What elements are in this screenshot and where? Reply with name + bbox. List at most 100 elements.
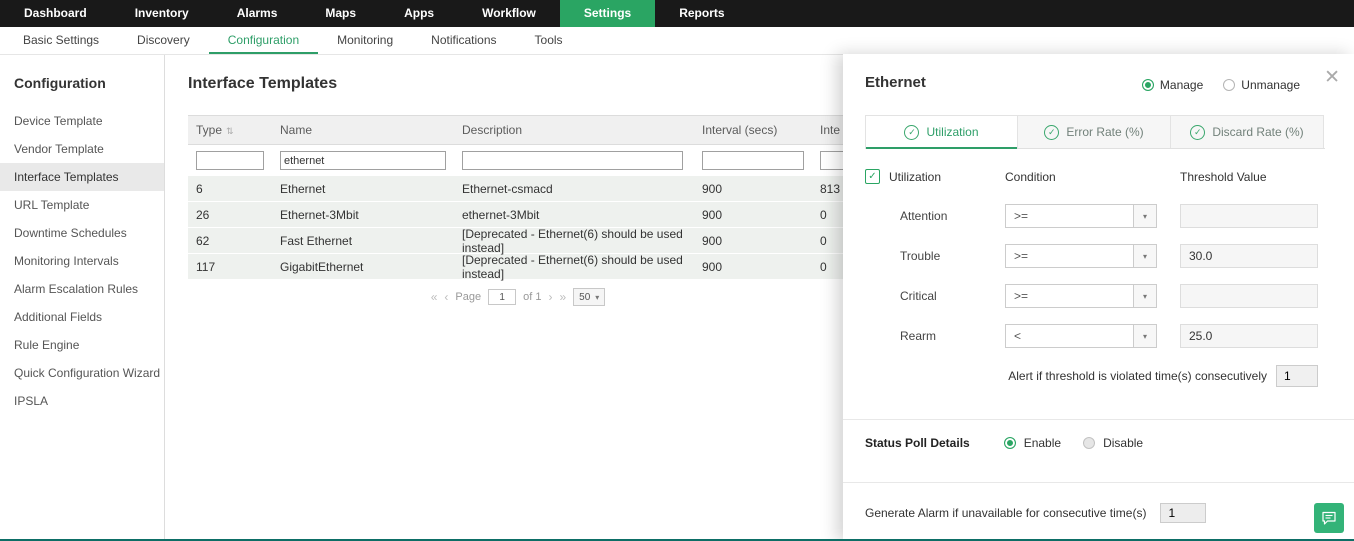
caret-down-icon: ▾	[1133, 285, 1156, 307]
rearm-condition-select[interactable]: < ▾	[1005, 324, 1157, 348]
divider	[843, 419, 1354, 420]
rearm-label: Rearm	[900, 329, 937, 343]
subnav-basic-settings[interactable]: Basic Settings	[4, 27, 118, 54]
feedback-button[interactable]	[1314, 503, 1344, 533]
details-panel: Ethernet Manage Unmanage ✕ ✓ Utilization…	[843, 54, 1354, 541]
caret-down-icon: ▾	[1133, 205, 1156, 227]
page-number-input[interactable]	[488, 289, 517, 305]
filter-description-input[interactable]	[462, 151, 683, 170]
utilization-checkbox-label: Utilization	[889, 169, 942, 184]
column-name[interactable]: Name	[272, 123, 454, 137]
row-type: 117	[196, 259, 216, 274]
critical-condition-select[interactable]: >= ▾	[1005, 284, 1157, 308]
subnav-monitoring[interactable]: Monitoring	[318, 27, 412, 54]
filter-name-input[interactable]	[280, 151, 446, 170]
sidebar-item-rule-engine[interactable]: Rule Engine	[0, 331, 164, 359]
critical-threshold-input[interactable]	[1180, 284, 1318, 308]
subnav-tools[interactable]: Tools	[516, 27, 582, 54]
tab-utilization[interactable]: ✓ Utilization	[865, 115, 1018, 149]
row-description: [Deprecated - Ethernet(6) should be used…	[462, 226, 683, 255]
column-interval[interactable]: Interval (secs)	[694, 123, 812, 137]
row-description: [Deprecated - Ethernet(6) should be used…	[462, 252, 683, 281]
sidebar-item-device-template[interactable]: Device Template	[0, 107, 164, 135]
attention-threshold-input[interactable]	[1180, 204, 1318, 228]
panel-tabs: ✓ Utilization ✓ Error Rate (%) ✓ Discard…	[865, 115, 1325, 149]
attention-condition-select[interactable]: >= ▾	[1005, 204, 1157, 228]
sub-navbar: Basic Settings Discovery Configuration M…	[0, 27, 1354, 55]
nav-alarms[interactable]: Alarms	[213, 0, 302, 27]
unmanage-label[interactable]: Unmanage	[1241, 78, 1300, 92]
chat-icon	[1321, 510, 1337, 526]
subnav-notifications[interactable]: Notifications	[412, 27, 515, 54]
sidebar-item-quick-configuration-wizard[interactable]: Quick Configuration Wizard	[0, 359, 164, 387]
row-interval: 900	[702, 259, 723, 274]
manage-radio-group: Manage Unmanage	[1141, 78, 1300, 92]
nav-settings[interactable]: Settings	[559, 0, 656, 27]
tab-label: Utilization	[926, 125, 979, 139]
rearm-condition-value: <	[1014, 329, 1022, 343]
tab-label: Error Rate (%)	[1066, 125, 1144, 139]
generate-alarm-input[interactable]	[1160, 503, 1207, 523]
first-page-icon[interactable]: «	[431, 290, 438, 304]
nav-workflow[interactable]: Workflow	[458, 0, 560, 27]
sidebar-item-downtime-schedules[interactable]: Downtime Schedules	[0, 219, 164, 247]
column-type[interactable]: Type ⇅	[188, 123, 272, 137]
caret-down-icon: ▾	[1133, 325, 1156, 347]
threshold-row-trouble: Trouble >= ▾	[843, 244, 1354, 268]
nav-apps[interactable]: Apps	[380, 0, 458, 27]
row-name: Ethernet	[280, 181, 326, 196]
disable-label[interactable]: Disable	[1103, 436, 1143, 450]
nav-maps[interactable]: Maps	[301, 0, 380, 27]
page-size-value: 50	[579, 291, 591, 303]
disable-radio[interactable]	[1083, 437, 1096, 449]
alert-consecutive-input[interactable]	[1276, 365, 1318, 387]
tab-discard-rate[interactable]: ✓ Discard Rate (%)	[1171, 115, 1324, 148]
nav-dashboard[interactable]: Dashboard	[0, 0, 111, 27]
manage-radio[interactable]	[1141, 79, 1154, 91]
tab-error-rate[interactable]: ✓ Error Rate (%)	[1018, 115, 1171, 148]
critical-label: Critical	[900, 289, 937, 303]
enable-label[interactable]: Enable	[1024, 436, 1061, 450]
tab-label: Discard Rate (%)	[1212, 125, 1304, 139]
sidebar-item-url-template[interactable]: URL Template	[0, 191, 164, 219]
next-page-icon[interactable]: ›	[548, 290, 552, 304]
nav-reports[interactable]: Reports	[655, 0, 748, 27]
row-type: 6	[196, 181, 203, 196]
panel-header: Ethernet Manage Unmanage ✕	[843, 54, 1354, 102]
row-interval: 900	[702, 207, 723, 222]
row-description: Ethernet-csmacd	[462, 181, 553, 196]
trouble-threshold-input[interactable]	[1180, 244, 1318, 268]
nav-inventory[interactable]: Inventory	[111, 0, 213, 27]
row-name: Fast Ethernet	[280, 233, 353, 248]
sidebar-item-vendor-template[interactable]: Vendor Template	[0, 135, 164, 163]
filter-type-input[interactable]	[196, 151, 264, 170]
subnav-configuration[interactable]: Configuration	[209, 27, 318, 54]
sidebar-item-interface-templates[interactable]: Interface Templates	[0, 163, 164, 191]
sidebar-item-alarm-escalation-rules[interactable]: Alarm Escalation Rules	[0, 275, 164, 303]
utilization-checkbox[interactable]: ✓	[865, 169, 880, 184]
rearm-threshold-input[interactable]	[1180, 324, 1318, 348]
critical-condition-value: >=	[1014, 289, 1029, 303]
sidebar-item-additional-fields[interactable]: Additional Fields	[0, 303, 164, 331]
app-window: Dashboard Inventory Alarms Maps Apps Wor…	[0, 0, 1354, 541]
manage-label[interactable]: Manage	[1160, 78, 1203, 92]
caret-down-icon: ▾	[595, 292, 600, 302]
filter-interval-input[interactable]	[702, 151, 804, 170]
threshold-row-rearm: Rearm < ▾	[843, 324, 1354, 348]
row-type: 62	[196, 233, 210, 248]
subnav-discovery[interactable]: Discovery	[118, 27, 209, 54]
unmanage-radio[interactable]	[1223, 79, 1236, 91]
check-circle-icon: ✓	[1044, 124, 1060, 140]
sidebar-item-monitoring-intervals[interactable]: Monitoring Intervals	[0, 247, 164, 275]
sort-icon[interactable]: ⇅	[226, 126, 234, 136]
trouble-condition-value: >=	[1014, 249, 1029, 263]
page-size-select[interactable]: 50 ▾	[573, 288, 606, 306]
enable-radio[interactable]	[1003, 437, 1016, 449]
close-icon[interactable]: ✕	[1324, 66, 1340, 89]
trouble-condition-select[interactable]: >= ▾	[1005, 244, 1157, 268]
prev-page-icon[interactable]: ‹	[444, 290, 448, 304]
check-glyph: ✓	[1048, 126, 1056, 137]
last-page-icon[interactable]: »	[559, 290, 566, 304]
column-description[interactable]: Description	[454, 123, 694, 137]
sidebar-item-ipsla[interactable]: IPSLA	[0, 387, 164, 415]
